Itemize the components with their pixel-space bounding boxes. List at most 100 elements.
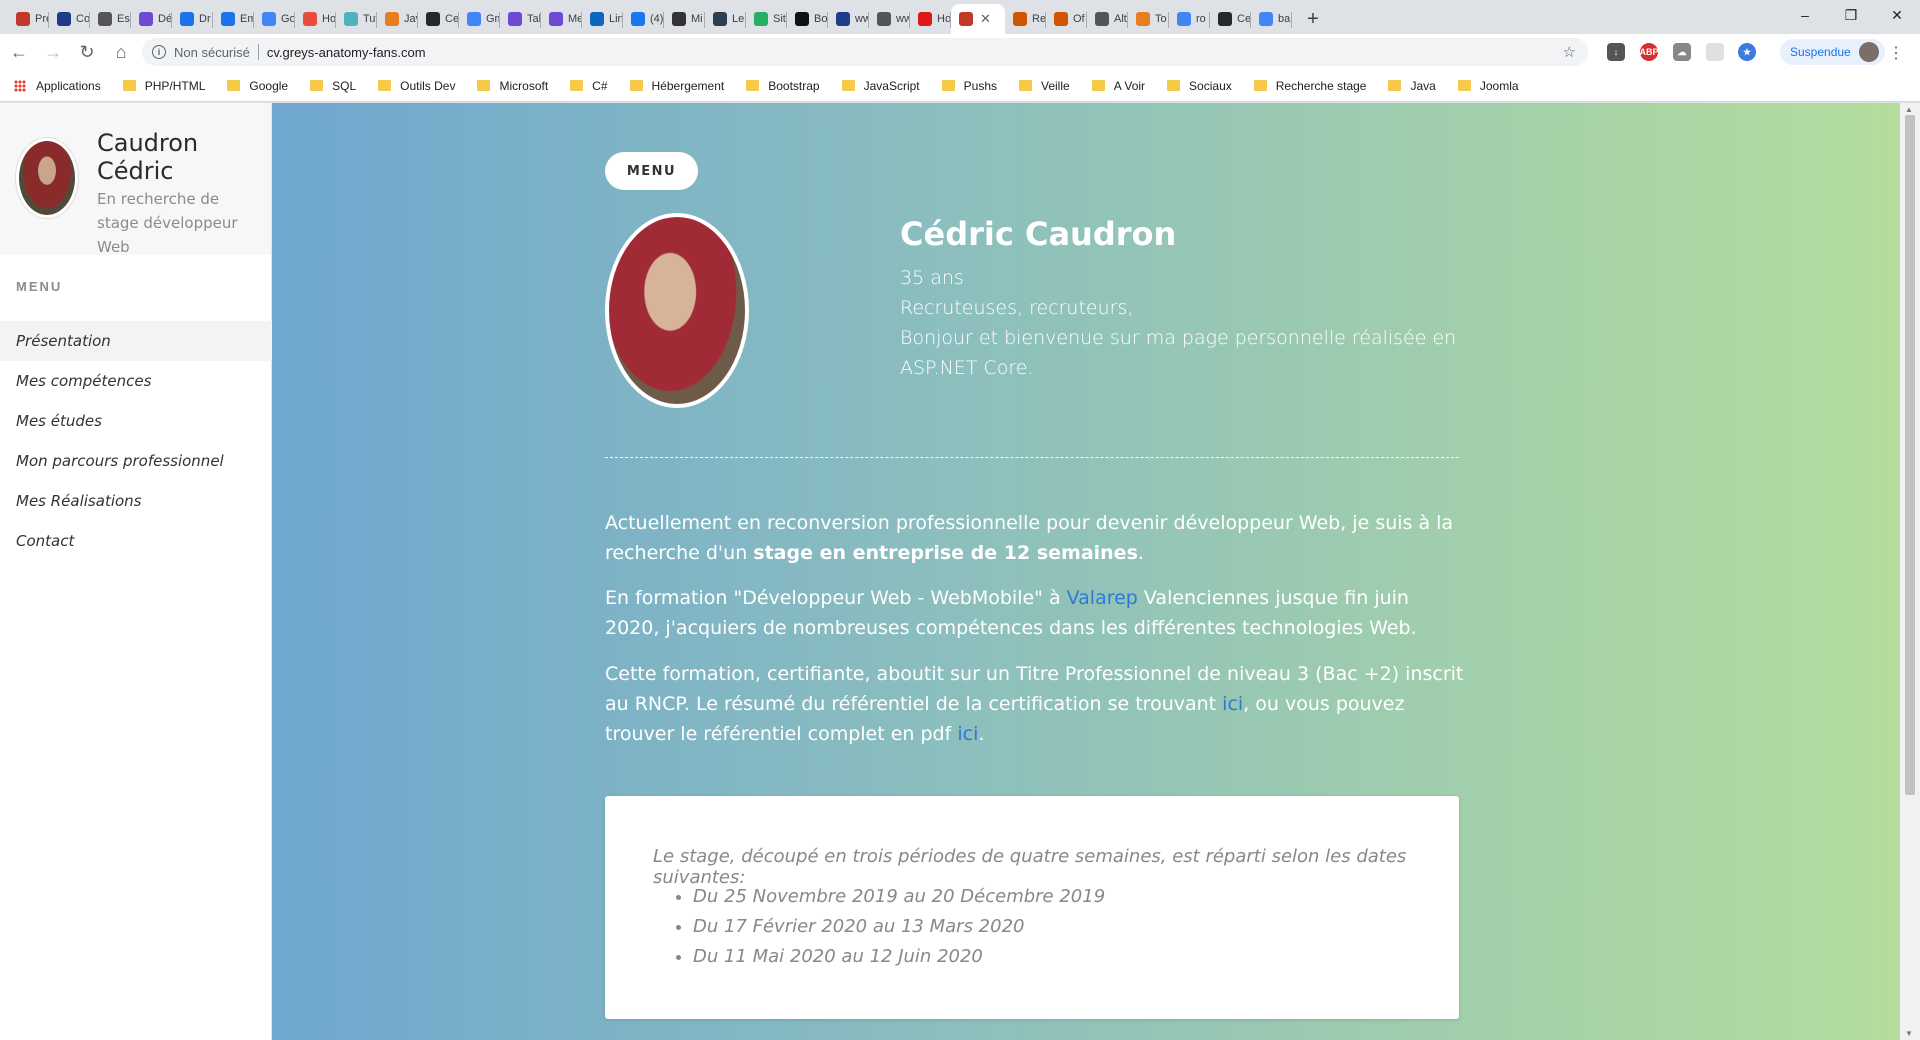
browser-tab[interactable]: Sit (746, 4, 787, 34)
summary-link[interactable]: ici (1222, 693, 1243, 715)
bookmark-star-icon[interactable]: ☆ (1563, 43, 1576, 61)
scrollbar-thumb[interactable] (1905, 115, 1915, 795)
bookmark-folder[interactable]: SQL (310, 79, 356, 93)
main-content: MENU Cédric Caudron 35 ans Recruteuses, … (272, 103, 1900, 1040)
back-button[interactable]: ← (4, 37, 34, 67)
bookmark-folder[interactable]: Hébergement (629, 79, 724, 93)
folder-icon (629, 80, 643, 91)
bookmark-folder[interactable]: PHP/HTML (122, 79, 205, 93)
scrollbar[interactable]: ▲ ▼ (1900, 103, 1920, 1040)
browser-tab[interactable]: Pre (8, 4, 49, 34)
sidebar-item-parcours[interactable]: Mon parcours professionnel (0, 441, 272, 481)
tab-title: Co (76, 13, 90, 25)
folder-icon (1388, 80, 1402, 91)
tab-favicon-icon (836, 12, 850, 26)
menu-button[interactable]: MENU (605, 152, 698, 190)
browser-tab[interactable]: Of (1046, 4, 1087, 34)
tab-favicon-icon (549, 12, 563, 26)
new-tab-button[interactable]: + (1298, 4, 1328, 34)
bookmark-folder[interactable]: Joomla (1457, 79, 1519, 93)
browser-tab[interactable]: Co (49, 4, 90, 34)
browser-tab[interactable]: Gm (459, 4, 500, 34)
bookmark-folder[interactable]: Bootstrap (746, 79, 820, 93)
url-text[interactable]: cv.greys-anatomy-fans.com (267, 45, 426, 60)
folder-icon (841, 80, 855, 91)
sidebar-item-realisations[interactable]: Mes Réalisations (0, 481, 272, 521)
browser-tab[interactable]: Dé (131, 4, 172, 34)
browser-tab[interactable]: Em (213, 4, 254, 34)
browser-tab[interactable]: To (1128, 4, 1169, 34)
sidebar-item-competences[interactable]: Mes compétences (0, 361, 272, 401)
tab-favicon-icon (426, 12, 440, 26)
blank-extension-icon[interactable] (1706, 43, 1724, 61)
sidebar-item-contact[interactable]: Contact (0, 521, 272, 561)
close-window-button[interactable]: ✕ (1874, 0, 1920, 30)
browser-tab[interactable]: Re (1005, 4, 1046, 34)
browser-tab[interactable]: Bo (787, 4, 828, 34)
browser-tab[interactable]: Ho (295, 4, 336, 34)
more-menu-icon[interactable]: ⋮ (1888, 43, 1904, 63)
browser-tab[interactable]: Jav (377, 4, 418, 34)
browser-tab[interactable]: ro (1169, 4, 1210, 34)
scroll-down-icon[interactable]: ▼ (1905, 1029, 1913, 1038)
browser-tab-active[interactable]: ✕ (951, 4, 1005, 34)
sidebar-item-presentation[interactable]: Présentation (0, 321, 272, 361)
bookmark-folder[interactable]: C# (570, 79, 608, 93)
browser-tab[interactable]: Me (541, 4, 582, 34)
bookmark-folder[interactable]: Outils Dev (378, 79, 455, 93)
browser-tab[interactable]: Go (254, 4, 295, 34)
scroll-up-icon[interactable]: ▲ (1905, 105, 1913, 114)
omnibox-separator (257, 44, 259, 60)
pdf-link[interactable]: ici (957, 723, 978, 745)
browser-tab[interactable]: Ce (1210, 4, 1251, 34)
info-icon[interactable]: i (152, 45, 166, 59)
security-label[interactable]: Non sécurisé (174, 45, 250, 60)
bookmark-folder[interactable]: Recherche stage (1253, 79, 1366, 93)
browser-tab[interactable]: Tal (500, 4, 541, 34)
profile-button[interactable]: Suspendue (1780, 39, 1885, 65)
browser-tab[interactable]: Tut (336, 4, 377, 34)
bookmark-folder[interactable]: Java (1388, 79, 1436, 93)
forward-button[interactable]: → (38, 37, 68, 67)
browser-tab[interactable]: Ce (418, 4, 459, 34)
bookmark-folder[interactable]: Veille (1019, 79, 1070, 93)
browser-toolbar: ← → ↻ ⌂ i Non sécurisé cv.greys-anatomy-… (0, 34, 1920, 70)
browser-tab[interactable]: (4) (623, 4, 664, 34)
tab-title: Alt (1114, 13, 1127, 25)
tab-favicon-icon (344, 12, 358, 26)
browser-tab[interactable]: Mi (664, 4, 705, 34)
home-button[interactable]: ⌂ (106, 37, 136, 67)
star-extension-icon[interactable]: ★ (1738, 43, 1756, 61)
browser-tab[interactable]: Ho (910, 4, 951, 34)
bookmark-folder[interactable]: Pushs (941, 79, 997, 93)
browser-tab[interactable]: Alt (1087, 4, 1128, 34)
valarep-link[interactable]: Valarep (1067, 587, 1138, 609)
sidebar-item-etudes[interactable]: Mes études (0, 401, 272, 441)
browser-tab[interactable]: ww (869, 4, 910, 34)
browser-tab[interactable]: Dr (172, 4, 213, 34)
adblock-extension-icon[interactable]: ABP (1640, 43, 1659, 61)
bookmark-folder[interactable]: JavaScript (841, 79, 920, 93)
folder-icon (310, 80, 324, 91)
bookmark-folder[interactable]: Google (227, 79, 288, 93)
browser-tab[interactable]: Le (705, 4, 746, 34)
bookmark-apps[interactable]: Applications (14, 79, 101, 93)
tab-favicon-icon (672, 12, 686, 26)
minimize-button[interactable]: – (1782, 0, 1828, 30)
tab-close-icon[interactable]: ✕ (980, 11, 991, 27)
cloud-extension-icon[interactable]: ☁ (1673, 43, 1691, 61)
bookmark-folder[interactable]: Microsoft (477, 79, 548, 93)
download-extension-icon[interactable]: ↓ (1607, 43, 1625, 61)
tab-favicon-icon (754, 12, 768, 26)
sidebar-menu-title: MENU (16, 279, 63, 294)
browser-tab[interactable]: ww (828, 4, 869, 34)
address-bar[interactable]: i Non sécurisé cv.greys-anatomy-fans.com… (142, 38, 1588, 66)
browser-tab[interactable]: Esp (90, 4, 131, 34)
bookmark-folder[interactable]: Sociaux (1167, 79, 1232, 93)
browser-tab[interactable]: Lin (582, 4, 623, 34)
reload-button[interactable]: ↻ (72, 37, 102, 67)
maximize-button[interactable]: ❐ (1828, 0, 1874, 30)
certification-text-end: . (978, 723, 985, 745)
browser-tab[interactable]: ba (1251, 4, 1292, 34)
bookmark-folder[interactable]: A Voir (1091, 79, 1145, 93)
